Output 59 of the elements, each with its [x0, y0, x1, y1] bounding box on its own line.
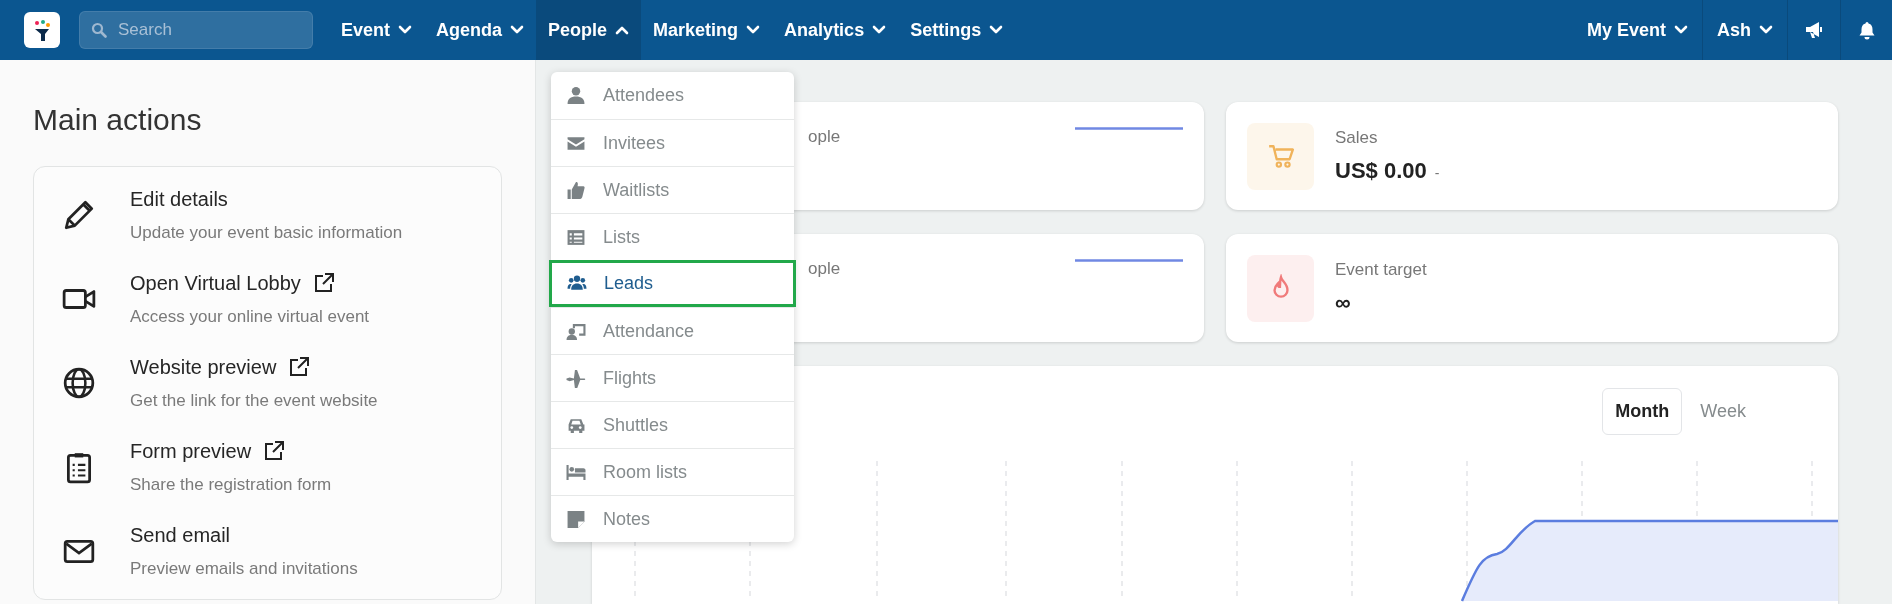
chevron-down-icon: [872, 25, 887, 35]
section-title: Main actions: [33, 102, 203, 138]
action-description: Access your online virtual event: [130, 306, 370, 329]
external-link-icon: [288, 356, 311, 379]
stat-label: ople: [808, 126, 841, 148]
bed-icon: [565, 462, 587, 482]
chevron-down-icon: [989, 25, 1004, 35]
stat-change: -: [1434, 164, 1440, 184]
thumbs-up-icon: [565, 180, 587, 200]
action-link[interactable]: Website preview: [130, 352, 277, 383]
stat-value: ∞: [1335, 289, 1351, 318]
action-link[interactable]: Open Virtual Lobby: [130, 268, 301, 299]
stat-value: US$ 0.00: [1335, 157, 1427, 186]
chevron-down-icon: [510, 25, 525, 35]
stat-label: Sales: [1335, 126, 1379, 149]
note-icon: [565, 509, 587, 529]
action-description: Preview emails and invitations: [130, 558, 358, 581]
dropdown-item[interactable]: Attendees: [551, 72, 794, 119]
external-link-icon: [312, 272, 335, 295]
action-description: Share the registration form: [130, 474, 332, 497]
period-tab[interactable]: Month: [1602, 388, 1683, 435]
action-link[interactable]: Form preview: [130, 436, 252, 467]
nav-menu[interactable]: Ash: [1702, 0, 1787, 60]
dropdown-item[interactable]: Leads: [549, 260, 796, 307]
chevron-down-icon: [1674, 25, 1688, 35]
action-description: Get the link for the event website: [130, 390, 378, 413]
dropdown-item[interactable]: Shuttles: [551, 401, 794, 448]
search-icon: [91, 22, 107, 38]
action-description: Update your event basic information: [130, 222, 403, 245]
nav-menu[interactable]: Event: [329, 0, 425, 60]
action-link[interactable]: Edit details: [130, 184, 228, 215]
list-icon: [565, 227, 587, 247]
chevron-down-icon: [1759, 25, 1773, 35]
nav-menu[interactable]: Analytics: [772, 0, 899, 60]
external-link-icon: [263, 440, 286, 463]
pencil-icon: [62, 198, 96, 232]
dropdown-item[interactable]: Attendance: [551, 307, 794, 354]
group-icon: [566, 274, 588, 293]
nav-menu[interactable]: Settings: [898, 0, 1016, 60]
app-logo[interactable]: [24, 12, 60, 48]
dropdown-item[interactable]: Flights: [551, 354, 794, 401]
chevron-up-icon: [615, 25, 630, 35]
person-icon: [565, 86, 587, 105]
stat-label: ople: [808, 258, 841, 280]
dropdown-item[interactable]: Room lists: [551, 448, 794, 495]
dropdown-item[interactable]: Notes: [551, 495, 794, 542]
nav-menu[interactable]: People: [536, 0, 642, 60]
nav-menu[interactable]: Agenda: [424, 0, 537, 60]
presenter-icon: [565, 321, 587, 341]
dropdown-item[interactable]: Invitees: [551, 119, 794, 166]
stat-label: Event target: [1335, 258, 1427, 281]
chevron-down-icon: [746, 25, 761, 35]
action-link[interactable]: Send email: [130, 520, 231, 551]
period-tab[interactable]: Week: [1688, 388, 1758, 435]
nav-menu[interactable]: My Event: [1572, 0, 1702, 60]
nav-menu[interactable]: Marketing: [641, 0, 773, 60]
chevron-down-icon: [398, 25, 413, 35]
dropdown-item[interactable]: Lists: [551, 213, 794, 260]
globe-icon: [62, 366, 96, 400]
